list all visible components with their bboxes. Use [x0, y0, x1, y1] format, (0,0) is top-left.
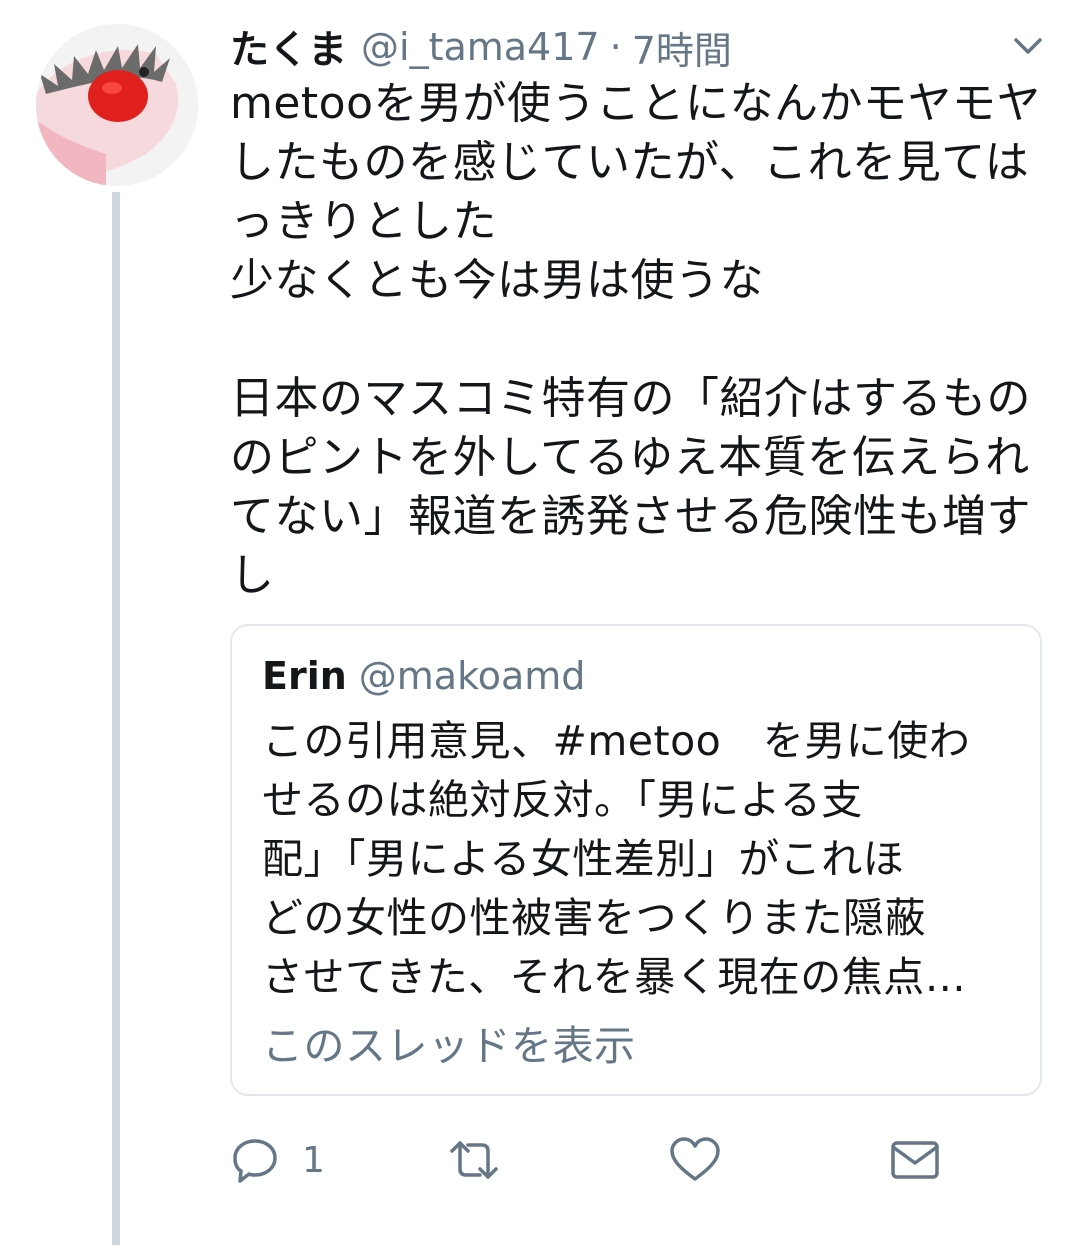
separator-dot: ·: [609, 25, 622, 69]
display-name[interactable]: たくま: [230, 19, 347, 75]
tweet-actions: 1: [230, 1130, 1042, 1190]
quoted-tweet-card[interactable]: Erin @makoamd この引用意見、#metoo を男に使わ せるのは絶対…: [230, 624, 1042, 1096]
timestamp[interactable]: 7時間: [632, 20, 732, 75]
retweet-icon: [444, 1135, 504, 1185]
heart-icon: [668, 1135, 722, 1185]
avatar[interactable]: [36, 24, 198, 186]
bird-avatar-image: [36, 24, 198, 186]
quoted-user-handle: @makoamd: [358, 654, 586, 698]
reply-button[interactable]: 1: [230, 1130, 325, 1190]
tweet-text: metooを男が使うことになんかモヤモヤ したものを感じていたが、これを見ては …: [230, 78, 1042, 601]
chevron-down-icon[interactable]: [1010, 30, 1046, 60]
retweet-button[interactable]: [444, 1130, 504, 1190]
user-handle[interactable]: @i_tama417: [361, 25, 600, 69]
quoted-tweet-header: Erin @makoamd: [262, 646, 585, 706]
thread-line: [112, 192, 120, 1245]
reply-icon: [230, 1135, 280, 1185]
like-button[interactable]: [668, 1130, 722, 1190]
share-button[interactable]: [888, 1130, 942, 1190]
reply-count: 1: [302, 1139, 325, 1181]
envelope-icon: [888, 1135, 942, 1185]
quoted-display-name: Erin: [262, 654, 347, 698]
quoted-tweet-text: この引用意見、#metoo を男に使わ せるのは絶対反対。「男による支 配」「男…: [262, 717, 971, 1001]
show-thread-link[interactable]: このスレッドを表示: [262, 1012, 636, 1072]
tweet-header: たくま @i_tama417 · 7時間: [230, 20, 732, 74]
